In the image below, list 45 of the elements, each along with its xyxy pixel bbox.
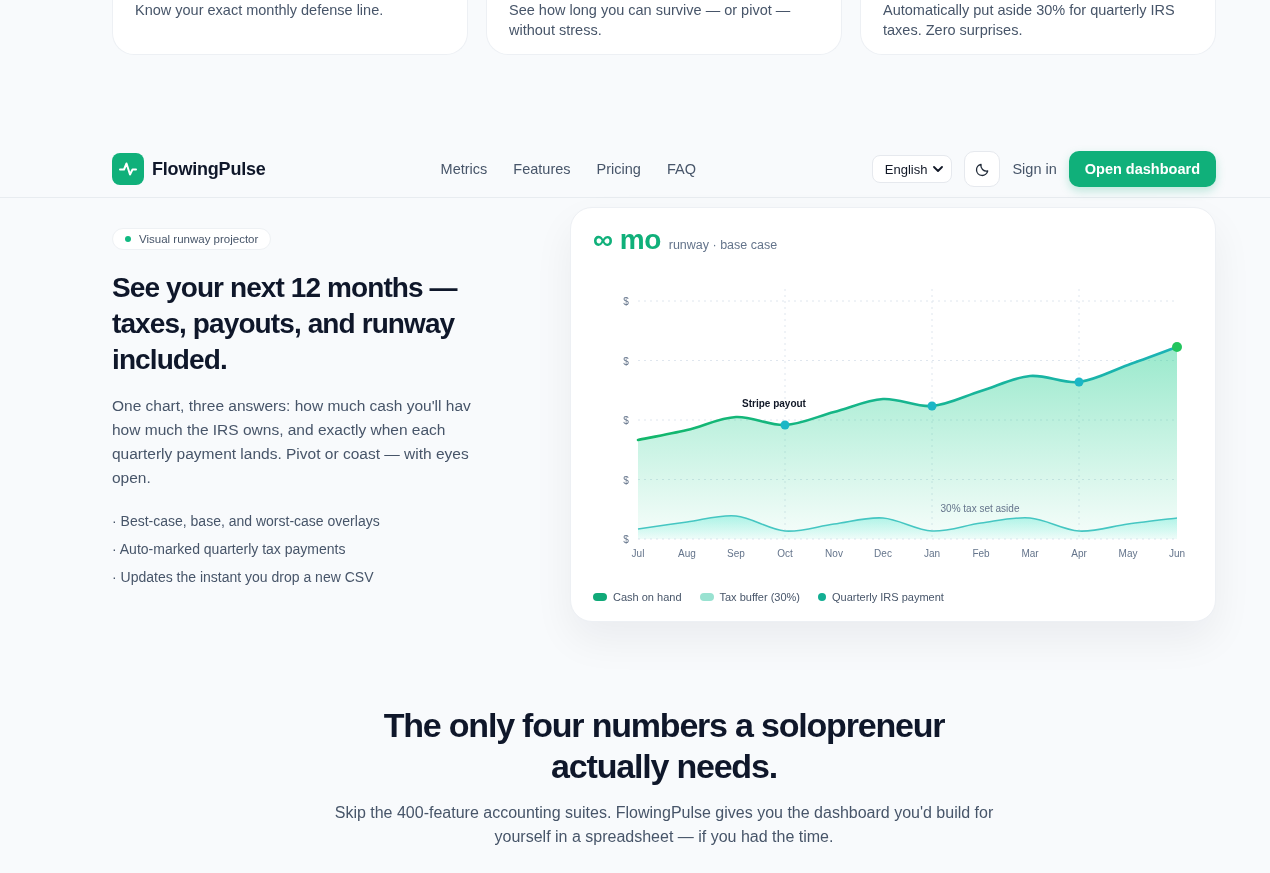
section-description: Skip the 400-feature accounting suites. FlowingPulse gives you the dashboard you'd build for yourself in a spreadsheet — if you had the time.: [334, 803, 994, 847]
x-axis-label: Jan: [923, 548, 941, 559]
y-axis-label: $: [623, 296, 629, 307]
moon-icon: [974, 161, 990, 177]
legend-label: Cash on hand: [613, 591, 682, 603]
chevron-down-icon: [933, 166, 944, 172]
hero-description: One chart, three answers: how much cash you'll hav how much the IRS owns, and exactly when each quarterly payment lands. Pivot or coast — with eyes open.: [112, 396, 472, 488]
sign-in-link[interactable]: Sign in: [1012, 161, 1057, 177]
dot-icon: [125, 236, 131, 242]
x-axis-label: Sep: [727, 548, 745, 559]
y-axis-label: $: [623, 534, 629, 545]
feature-card-text: Automatically put aside 30% for quarterly IRS taxes. Zero surprises.: [883, 1, 1176, 40]
section-heading: The only four numbers a solopreneur actually needs.: [382, 705, 946, 787]
feature-bullet: · Updates the instant you drop a new CSV: [112, 568, 375, 587]
y-axis-label: $: [623, 415, 629, 426]
feature-card-text: See how long you can survive — or pivot — without stress.: [509, 1, 792, 40]
legend-label: Quarterly IRS payment: [832, 591, 944, 603]
y-axis-label: $: [623, 355, 629, 367]
x-axis-label: Mar: [1021, 548, 1039, 559]
nav-link[interactable]: Features: [513, 161, 571, 177]
theme-toggle-button[interactable]: [964, 151, 1001, 187]
pulse-logo-icon: [112, 153, 144, 185]
badge-label: Visual runway projector: [139, 233, 259, 245]
x-axis-label: Oct: [777, 548, 793, 559]
feature-bullet: · Best-case, base, and worst-case overlays: [112, 512, 381, 531]
runway-value: ∞ mo: [593, 224, 661, 256]
feature-card-text: Know your exact monthly defense line.: [135, 1, 385, 20]
y-axis-label: $: [623, 474, 629, 486]
x-axis-label: Feb: [972, 548, 990, 559]
brand-name: FlowingPulse: [152, 158, 266, 180]
hero-heading: See your next 12 months — taxes, payouts, and runway included.: [112, 271, 459, 377]
nav-link[interactable]: Pricing: [596, 161, 641, 177]
x-axis-label: Jul: [631, 548, 645, 559]
x-axis-label: Jun: [1168, 548, 1186, 559]
x-axis-label: Dec: [874, 548, 892, 559]
feature-bullet: · Auto-marked quarterly tax payments: [112, 540, 347, 559]
x-axis-label: May: [1118, 548, 1138, 559]
x-axis-label: Apr: [1071, 548, 1087, 559]
runway-caption: runway · base case: [668, 238, 778, 252]
x-axis-label: Aug: [678, 548, 696, 559]
legend-label: Tax buffer (30%): [719, 591, 800, 603]
nav-link[interactable]: Metrics: [440, 161, 488, 177]
nav-link[interactable]: FAQ: [666, 161, 696, 177]
x-axis-label: Nov: [825, 548, 843, 559]
language-select[interactable]: English: [871, 155, 953, 183]
